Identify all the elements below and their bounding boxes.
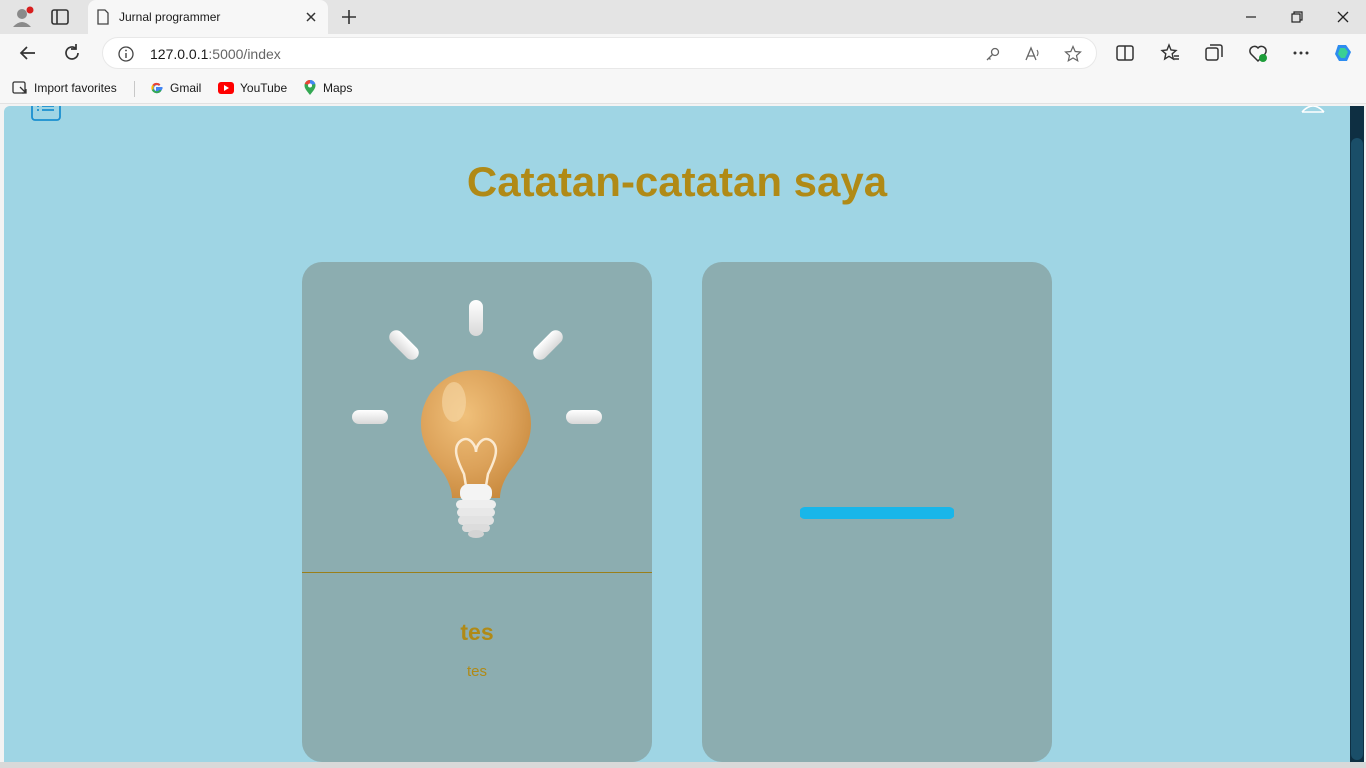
- user-icon[interactable]: [1300, 106, 1326, 116]
- url-text[interactable]: 127.0.0.1:5000/index: [150, 46, 281, 62]
- tab-jurnal-programmer[interactable]: Jurnal programmer: [88, 0, 328, 34]
- collections-icon[interactable]: [1203, 42, 1225, 64]
- tab-actions-icon[interactable]: [50, 8, 70, 26]
- new-tab-icon[interactable]: [338, 6, 360, 28]
- lightbulb-icon: [352, 300, 602, 538]
- google-icon: [151, 82, 163, 94]
- browser-title-bar: Jurnal programmer: [0, 0, 1366, 34]
- browser-essentials-icon[interactable]: [1247, 42, 1269, 64]
- favorite-youtube[interactable]: YouTube: [218, 80, 287, 96]
- favorites-icon[interactable]: [1159, 42, 1181, 64]
- taskbar-edge: [0, 762, 1366, 768]
- close-window-icon[interactable]: [1334, 8, 1352, 26]
- note-title: tes: [460, 619, 494, 645]
- favorites-bar: Import favorites Gmail YouTube Maps: [0, 72, 1366, 104]
- import-favorites-icon: [12, 81, 27, 94]
- favorite-gmail[interactable]: Gmail: [150, 80, 201, 96]
- note-card[interactable]: tes tes: [302, 262, 652, 762]
- plus-icon[interactable]: [800, 436, 954, 590]
- add-favorite-star-icon[interactable]: [1064, 45, 1082, 63]
- split-screen-icon[interactable]: [1114, 42, 1136, 64]
- card-divider: [302, 572, 652, 573]
- add-note-card[interactable]: [702, 262, 1052, 762]
- scrollbar-thumb[interactable]: [1351, 138, 1363, 760]
- favorite-label: Maps: [323, 81, 353, 95]
- favorite-label: Gmail: [170, 81, 202, 95]
- favorite-label: Import favorites: [34, 81, 117, 95]
- copilot-icon[interactable]: [1332, 42, 1354, 64]
- favorites-separator: [134, 81, 135, 97]
- read-aloud-icon[interactable]: [1024, 45, 1042, 63]
- note-text: tes: [466, 663, 487, 680]
- browser-toolbar: 127.0.0.1:5000/index: [0, 34, 1366, 72]
- maps-icon: [304, 80, 316, 95]
- page-viewport: Catatan-catatan saya tes tes: [4, 106, 1350, 762]
- restore-icon[interactable]: [1288, 8, 1306, 26]
- back-icon[interactable]: [17, 42, 39, 64]
- tab-title: Jurnal programmer: [119, 10, 221, 24]
- page-title: Catatan-catatan saya: [466, 158, 888, 205]
- url-path: :5000/index: [208, 46, 281, 62]
- minimize-icon[interactable]: [1242, 8, 1260, 26]
- address-bar[interactable]: 127.0.0.1:5000/index: [102, 37, 1097, 69]
- favorite-import-favorites[interactable]: Import favorites: [12, 80, 117, 96]
- menu-list-icon[interactable]: [30, 106, 62, 122]
- page-icon: [97, 9, 109, 25]
- site-info-icon[interactable]: [117, 45, 135, 63]
- url-host: 127.0.0.1: [150, 46, 209, 62]
- more-options-icon[interactable]: [1290, 42, 1312, 64]
- close-tab-icon[interactable]: [302, 8, 320, 26]
- profile-avatar-icon[interactable]: [10, 6, 34, 28]
- favorite-maps[interactable]: Maps: [303, 80, 352, 96]
- refresh-icon[interactable]: [61, 42, 83, 64]
- password-key-icon[interactable]: [984, 45, 1002, 63]
- favorite-label: YouTube: [240, 81, 288, 95]
- youtube-icon: [218, 82, 234, 94]
